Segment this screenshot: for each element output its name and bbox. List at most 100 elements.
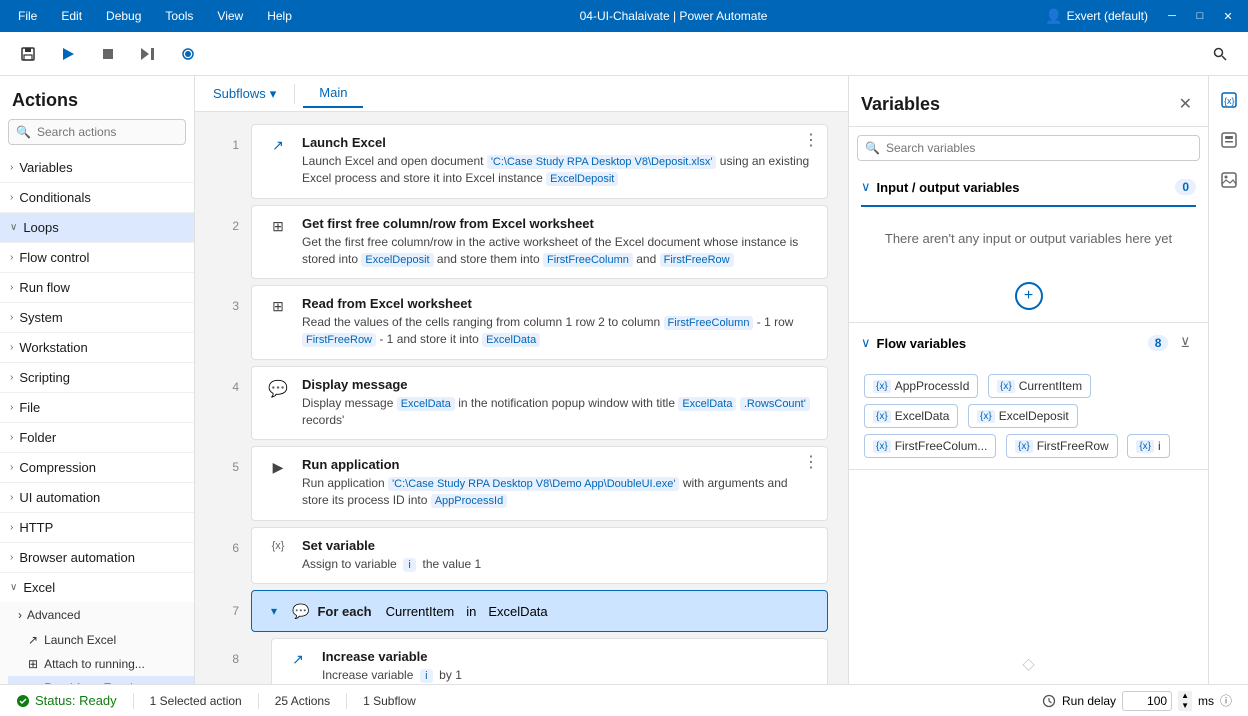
var-chip-i[interactable]: {x} i <box>1127 434 1169 458</box>
info-icon[interactable]: ⓘ <box>1220 692 1232 709</box>
run-delay-input[interactable] <box>1122 691 1172 711</box>
chevron-icon: › <box>18 608 22 622</box>
action-group-conditionals-header[interactable]: › Conditionals <box>0 183 194 212</box>
step-card-4[interactable]: 💬 Display message Display message ExcelD… <box>251 366 828 440</box>
delay-up-button[interactable]: ▲ <box>1178 691 1192 701</box>
menu-tools[interactable]: Tools <box>155 5 203 27</box>
first-free-col-link[interactable]: FirstFreeColumn <box>543 253 633 267</box>
deposit-xlsx-link[interactable]: 'C:\Case Study RPA Desktop V8\Deposit.xl… <box>487 155 717 169</box>
var-section-flow-header[interactable]: ∨ Flow variables 8 ⊻ <box>849 323 1208 363</box>
menu-view[interactable]: View <box>207 5 253 27</box>
tab-main[interactable]: Main <box>303 79 363 108</box>
first-free-col-link3[interactable]: FirstFreeColumn <box>664 316 754 330</box>
first-free-row-link[interactable]: FirstFreeRow <box>660 253 734 267</box>
step-card-5[interactable]: ▶ Run application Run application 'C:\Ca… <box>251 446 828 521</box>
excel-deposit-link[interactable]: ExcelDeposit <box>546 172 618 186</box>
action-group-file-header[interactable]: › File <box>0 393 194 422</box>
action-group-http-header[interactable]: › HTTP <box>0 513 194 542</box>
ui-elements-button[interactable] <box>1213 124 1245 156</box>
step-card-8[interactable]: ↗ Increase variable Increase variable i … <box>271 638 828 684</box>
doubleui-link[interactable]: 'C:\Case Study RPA Desktop V8\Demo App\D… <box>388 477 679 491</box>
step-content: Increase variable Increase variable i by… <box>322 649 815 684</box>
advanced-subgroup-header[interactable]: › Advanced <box>8 602 194 628</box>
var-chip-exceldeposit[interactable]: {x} ExcelDeposit <box>968 404 1078 428</box>
add-io-var-button[interactable]: + <box>849 282 1208 310</box>
images-button[interactable] <box>1213 164 1245 196</box>
action-item-label: Launch Excel <box>44 633 116 647</box>
step-number: 6 <box>215 527 239 584</box>
search-input[interactable] <box>8 119 186 145</box>
action-group-scripting-header[interactable]: › Scripting <box>0 363 194 392</box>
filter-button[interactable]: ⊻ <box>1174 333 1196 353</box>
maximize-button[interactable]: □ <box>1188 4 1212 28</box>
delay-down-button[interactable]: ▼ <box>1178 701 1192 711</box>
excel-data-foreach-link[interactable]: ExcelData <box>488 604 547 619</box>
step-content: Read from Excel worksheet Read the value… <box>302 296 815 349</box>
action-group-browser-header[interactable]: › Browser automation <box>0 543 194 572</box>
collapse-button[interactable]: ▾ <box>264 601 284 621</box>
action-group-workstation-header[interactable]: › Workstation <box>0 333 194 362</box>
record-button[interactable] <box>172 38 204 70</box>
step-card-1[interactable]: ↗ Launch Excel Launch Excel and open doc… <box>251 124 828 199</box>
chevron-icon: › <box>10 312 13 323</box>
action-launch-excel[interactable]: ↗ Launch Excel <box>8 628 194 652</box>
var-chip-currentitem[interactable]: {x} CurrentItem <box>988 374 1091 398</box>
step-card-3[interactable]: ⊞ Read from Excel worksheet Read the val… <box>251 285 828 360</box>
variables-close-button[interactable]: ✕ <box>1175 90 1196 118</box>
step-card-2[interactable]: ⊞ Get first free column/row from Excel w… <box>251 205 828 279</box>
action-attach-excel[interactable]: ⊞ Attach to running... <box>8 652 194 676</box>
step-menu-button[interactable]: ⋮ <box>803 133 819 149</box>
menu-help[interactable]: Help <box>257 5 302 27</box>
run-delay-control: Run delay ▲ ▼ ms ⓘ <box>1042 691 1232 711</box>
var-chip-firstfreecol[interactable]: {x} FirstFreeColum... <box>864 434 996 458</box>
rows-count-link[interactable]: .RowsCount' <box>740 397 810 411</box>
action-group-uiautomation-header[interactable]: › UI automation <box>0 483 194 512</box>
var-chip-label: CurrentItem <box>1019 379 1082 393</box>
menu-debug[interactable]: Debug <box>96 5 151 27</box>
app-process-id-link[interactable]: AppProcessId <box>431 494 507 508</box>
step-card-6[interactable]: {x} Set variable Assign to variable i th… <box>251 527 828 584</box>
stop-button[interactable] <box>92 38 124 70</box>
var-search-input[interactable] <box>857 135 1200 161</box>
for-each-card[interactable]: ▾ 💬 For each CurrentItem in ExcelData <box>251 590 828 632</box>
action-read-excel[interactable]: ⊞ Read from Excel w... <box>8 676 194 684</box>
step-title: Run application <box>302 457 815 472</box>
var-chip-appprocessid[interactable]: {x} AppProcessId <box>864 374 978 398</box>
save-button[interactable] <box>12 38 44 70</box>
action-group-system-header[interactable]: › System <box>0 303 194 332</box>
minimize-button[interactable]: ─ <box>1160 4 1184 28</box>
var-section-io: ∨ Input / output variables 0 There aren'… <box>849 169 1208 323</box>
action-group-variables-header[interactable]: › Variables <box>0 153 194 182</box>
step-button[interactable] <box>132 38 164 70</box>
menu-edit[interactable]: Edit <box>51 5 92 27</box>
action-group-label: Conditionals <box>19 190 91 205</box>
menu-file[interactable]: File <box>8 5 47 27</box>
action-group-loops-header[interactable]: ∨ Loops <box>0 213 194 242</box>
message-icon: 💬 <box>264 377 292 399</box>
toolbar-search-button[interactable] <box>1204 38 1236 70</box>
var-section-io-header[interactable]: ∨ Input / output variables 0 <box>849 169 1208 205</box>
actions-list: › Variables › Conditionals ∨ Loops › <box>0 153 194 684</box>
action-group-compression-header[interactable]: › Compression <box>0 453 194 482</box>
close-button[interactable]: ✕ <box>1216 4 1240 28</box>
subflows-button[interactable]: Subflows ▾ <box>203 82 286 106</box>
chevron-down-icon: ∨ <box>861 179 871 195</box>
action-group-runflow-header[interactable]: › Run flow <box>0 273 194 302</box>
var-chip-exceldata[interactable]: {x} ExcelData <box>864 404 958 428</box>
step-number: 3 <box>215 285 239 360</box>
excel-data-link4[interactable]: ExcelData <box>397 397 455 411</box>
run-button[interactable] <box>52 38 84 70</box>
current-item-link[interactable]: CurrentItem <box>386 604 455 619</box>
action-group-uiautomation: › UI automation <box>0 483 194 513</box>
var-chip-firstfreerow[interactable]: {x} FirstFreeRow <box>1006 434 1118 458</box>
excel-data-title-link[interactable]: ExcelData <box>678 397 736 411</box>
step-menu-btn5[interactable]: ⋮ <box>803 455 819 471</box>
action-group-flowcontrol-header[interactable]: › Flow control <box>0 243 194 272</box>
action-group-folder-header[interactable]: › Folder <box>0 423 194 452</box>
first-free-row-link3[interactable]: FirstFreeRow <box>302 333 376 347</box>
add-circle-icon[interactable]: + <box>1015 282 1043 310</box>
excel-deposit-link2[interactable]: ExcelDeposit <box>361 253 433 267</box>
variables-toggle-button[interactable]: {x} <box>1213 84 1245 116</box>
action-group-excel-header[interactable]: ∨ Excel <box>0 573 194 602</box>
excel-data-link3[interactable]: ExcelData <box>482 333 540 347</box>
